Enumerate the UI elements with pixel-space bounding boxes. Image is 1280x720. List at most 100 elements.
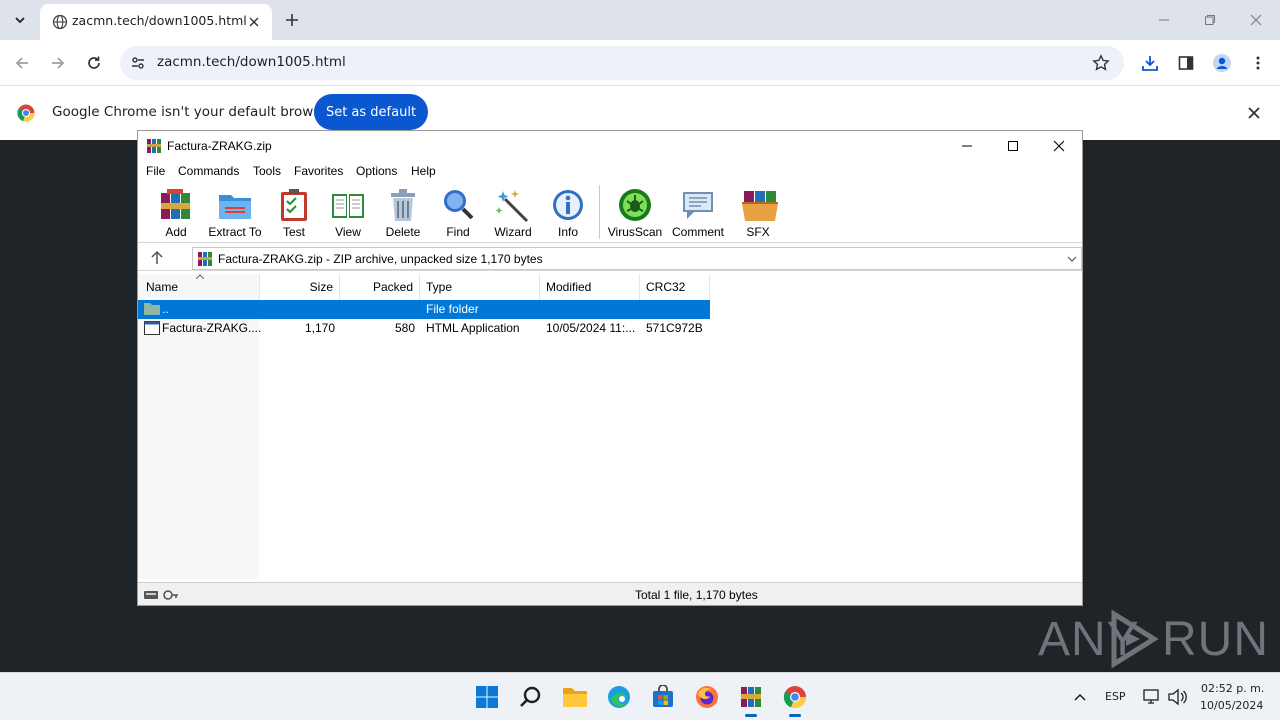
bookmark-star-icon[interactable] — [1092, 54, 1110, 72]
winrar-titlebar[interactable]: Factura-ZRAKG.zip — [138, 131, 1082, 161]
column-header-name[interactable]: Name — [138, 274, 260, 300]
network-button[interactable] — [1138, 683, 1166, 711]
up-arrow-icon[interactable] — [148, 249, 166, 267]
anyrun-watermark: ANY RUN — [1038, 608, 1268, 668]
winrar-minimize-button[interactable] — [944, 131, 990, 161]
winrar-menubar: File Commands Tools Favorites Options He… — [138, 161, 1082, 181]
profile-button[interactable] — [1211, 52, 1233, 74]
address-bar[interactable]: zacmn.tech/down1005.html — [120, 46, 1124, 80]
chevron-down-icon[interactable] — [1067, 254, 1077, 264]
start-button[interactable] — [473, 683, 501, 711]
row-name: Factura-ZRAKG.... — [162, 321, 262, 335]
taskbar-firefox[interactable] — [693, 683, 721, 711]
new-tab-button[interactable] — [282, 10, 302, 30]
show-hidden-icons-button[interactable] — [1066, 683, 1094, 711]
column-header-modified[interactable]: Modified — [540, 274, 640, 300]
winrar-close-button[interactable] — [1036, 131, 1082, 161]
view-button[interactable]: View — [317, 185, 379, 241]
delete-button[interactable]: Delete — [372, 185, 434, 241]
view-label: View — [335, 225, 361, 239]
side-panel-button[interactable] — [1175, 52, 1197, 74]
chrome-menu-button[interactable] — [1247, 52, 1269, 74]
side-panel-icon — [1178, 56, 1194, 70]
winrar-maximize-button[interactable] — [990, 131, 1036, 161]
menu-options[interactable]: Options — [356, 164, 397, 178]
drive-key-icon — [144, 590, 178, 600]
column-header-type-label: Type — [426, 280, 453, 294]
taskbar-chrome[interactable] — [781, 683, 809, 717]
sfx-label: SFX — [746, 225, 770, 239]
column-header-size[interactable]: Size — [260, 274, 340, 300]
column-header-packed[interactable]: Packed — [340, 274, 420, 300]
menu-file[interactable]: File — [146, 164, 165, 178]
reload-icon — [88, 56, 100, 69]
table-row[interactable]: Factura-ZRAKG.... 1,170 580 HTML Applica… — [138, 319, 710, 338]
downloads-button[interactable] — [1139, 52, 1161, 74]
browser-tab[interactable]: zacmn.tech/down1005.html — [40, 4, 272, 40]
address-url[interactable]: zacmn.tech/down1005.html — [157, 54, 346, 70]
browser-tab-strip: zacmn.tech/down1005.html — [0, 0, 1280, 40]
browser-minimize-button[interactable] — [1152, 8, 1176, 32]
wizard-button[interactable]: Wizard — [482, 185, 544, 241]
volume-icon — [1168, 688, 1187, 706]
browser-restore-button[interactable] — [1198, 8, 1222, 32]
column-header-type[interactable]: Type — [420, 274, 540, 300]
site-info-icon[interactable] — [130, 55, 146, 71]
watermark-right-text: RUN — [1162, 613, 1269, 666]
browser-close-button[interactable] — [1244, 8, 1268, 32]
taskbar-winrar[interactable] — [737, 683, 765, 717]
find-label: Find — [446, 225, 470, 239]
browser-toolbar: zacmn.tech/down1005.html — [0, 40, 1280, 86]
test-button[interactable]: Test — [263, 185, 325, 241]
firefox-icon — [696, 686, 718, 708]
infobar-close-icon[interactable] — [1245, 104, 1263, 122]
find-button[interactable]: Find — [427, 185, 489, 241]
add-button[interactable]: Add — [145, 185, 207, 241]
set-as-default-button[interactable]: Set as default — [314, 94, 428, 130]
taskbar-file-explorer[interactable] — [561, 683, 589, 711]
back-button[interactable] — [10, 51, 34, 75]
row-modified: 10/05/2024 11:... — [546, 321, 636, 335]
winrar-app-icon — [147, 139, 161, 153]
taskbar-search-button[interactable] — [517, 683, 545, 711]
close-icon — [249, 17, 259, 27]
menu-help[interactable]: Help — [411, 164, 436, 178]
menu-tools[interactable]: Tools — [253, 164, 281, 178]
path-combobox[interactable]: Factura-ZRAKG.zip - ZIP archive, unpacke… — [192, 247, 1082, 270]
comment-button[interactable]: Comment — [667, 185, 729, 241]
more-vertical-icon — [1256, 56, 1260, 70]
table-row[interactable]: .. File folder — [138, 300, 710, 319]
archive-icon — [198, 252, 212, 266]
column-header-crc32[interactable]: CRC32 — [640, 274, 710, 300]
menu-favorites[interactable]: Favorites — [294, 164, 343, 178]
extract-to-button[interactable]: Extract To — [204, 185, 266, 241]
winrar-toolbar: Add Extract To Test View Delete Find Wiz… — [138, 181, 1082, 243]
virusscan-button[interactable]: VirusScan — [604, 185, 666, 241]
column-header-packed-label: Packed — [372, 280, 413, 294]
info-button[interactable]: Info — [537, 185, 599, 241]
input-language[interactable]: ESP — [1105, 690, 1126, 703]
sfx-button[interactable]: SFX — [727, 185, 789, 241]
column-header-size-label: Size — [309, 280, 333, 294]
add-label: Add — [165, 225, 187, 239]
volume-button[interactable] — [1163, 683, 1191, 711]
column-header-name-label: Name — [146, 280, 179, 294]
clock[interactable]: 02:52 p. m. 10/05/2024 — [1195, 679, 1267, 715]
taskbar-edge[interactable] — [605, 683, 633, 711]
test-label: Test — [282, 225, 305, 239]
tab-title: zacmn.tech/down1005.html — [72, 13, 247, 28]
reload-button[interactable] — [82, 51, 106, 75]
forward-button[interactable] — [46, 51, 70, 75]
tab-close-button[interactable] — [244, 12, 264, 32]
tab-search-button[interactable] — [8, 8, 32, 32]
chevron-down-icon — [15, 17, 25, 24]
chevron-up-icon — [1074, 693, 1086, 701]
close-icon — [1053, 140, 1065, 152]
menu-commands[interactable]: Commands — [178, 164, 239, 178]
taskbar-store[interactable] — [649, 683, 677, 711]
minimize-icon — [962, 145, 972, 147]
sort-up-icon — [196, 274, 204, 279]
file-list: Name Size Packed Type Modified CRC32 .. … — [138, 274, 1082, 579]
row-type: File folder — [426, 302, 479, 316]
row-size: 1,170 — [304, 321, 335, 335]
